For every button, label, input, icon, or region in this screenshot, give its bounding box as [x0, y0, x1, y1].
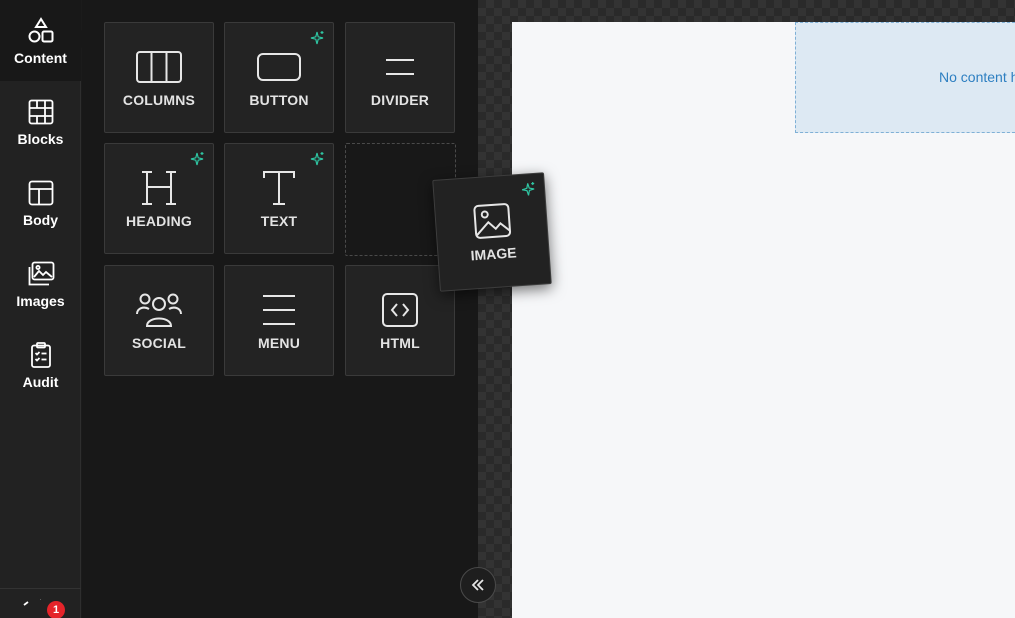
ai-sparkle-icon [310, 152, 324, 166]
sidebar-footer [0, 588, 81, 618]
html-code-icon [382, 293, 418, 327]
sidebar-item-images[interactable]: Images [0, 243, 81, 324]
email-editor: Content Blocks Body Images Audit 1 COLUM… [0, 0, 1015, 618]
sidebar-item-body[interactable]: Body [0, 162, 81, 243]
text-icon [263, 171, 295, 205]
columns-icon [136, 51, 182, 83]
divider-icon [386, 59, 414, 75]
ai-sparkle-icon [190, 152, 204, 166]
images-icon [28, 261, 54, 285]
sidebar-rail: Content Blocks Body Images Audit [0, 0, 81, 618]
notification-badge: 1 [47, 601, 65, 618]
chevrons-left-icon [471, 579, 484, 591]
tool-label: COLUMNS [122, 92, 196, 108]
tool-label: DIVIDER [370, 92, 430, 108]
clipboard-check-icon [30, 341, 51, 368]
tool-text[interactable]: TEXT [224, 143, 334, 254]
image-icon [473, 203, 512, 239]
empty-content-dropzone[interactable]: No content here. Drag content from right… [795, 22, 1015, 133]
ai-sparkle-icon [310, 31, 324, 45]
menu-icon [263, 295, 295, 325]
collapse-panel-button[interactable] [460, 567, 496, 603]
social-icon [136, 293, 182, 327]
sidebar-item-audit[interactable]: Audit [0, 324, 81, 405]
dragged-tool-image[interactable]: IMAGE [432, 172, 552, 292]
tool-button[interactable]: BUTTON [224, 22, 334, 133]
sidebar-item-label: Audit [22, 373, 59, 390]
tool-label: SOCIAL [131, 335, 187, 351]
sidebar-item-label: Content [14, 49, 67, 66]
tool-columns[interactable]: COLUMNS [104, 22, 214, 133]
tool-label: MENU [257, 335, 301, 351]
edit-icon[interactable] [22, 599, 48, 618]
ai-sparkle-icon [521, 182, 535, 196]
sidebar-item-blocks[interactable]: Blocks [0, 81, 81, 162]
sidebar-item-label: Body [23, 211, 58, 228]
tool-menu[interactable]: MENU [224, 265, 334, 376]
tool-label: TEXT [260, 213, 298, 229]
heading-icon [142, 171, 176, 205]
empty-content-text: No content here. Drag content from right… [939, 69, 1015, 85]
sidebar-item-label: Images [16, 292, 65, 309]
tool-divider[interactable]: DIVIDER [345, 22, 455, 133]
tool-label: BUTTON [249, 92, 309, 108]
sidebar-item-content[interactable]: Content [0, 0, 81, 81]
sidebar-item-label: Blocks [17, 130, 64, 147]
tool-label: HTML [380, 335, 420, 351]
shapes-icon [28, 16, 53, 42]
tool-label: HEADING [126, 213, 192, 229]
tool-label: IMAGE [470, 244, 517, 264]
blocks-grid-icon [28, 99, 53, 124]
button-icon [257, 53, 301, 81]
tool-social[interactable]: SOCIAL [104, 265, 214, 376]
tool-heading[interactable]: HEADING [104, 143, 214, 254]
layout-icon [28, 180, 53, 205]
